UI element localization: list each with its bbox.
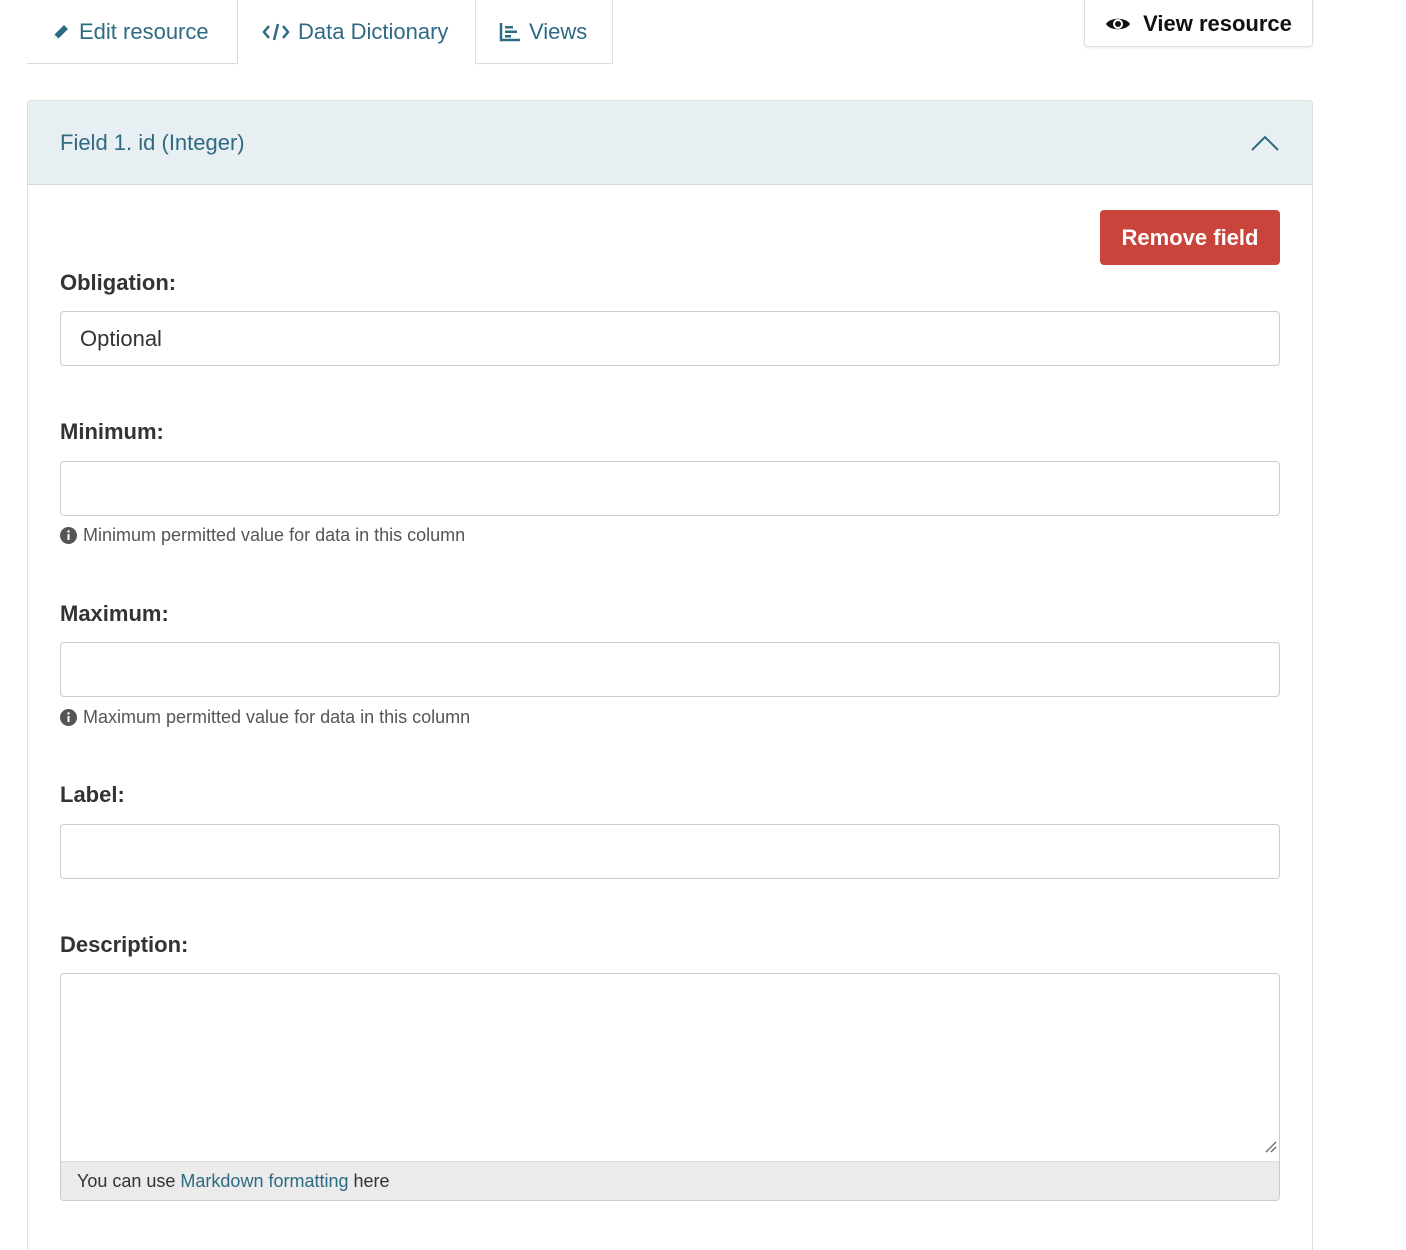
info-icon <box>60 527 77 544</box>
field-panel: Field 1. id (Integer) Remove field Oblig… <box>27 100 1313 1250</box>
view-resource-button[interactable]: View resource <box>1084 0 1313 47</box>
page: Edit resource Data Dictionary Views View… <box>0 0 1406 1250</box>
markdown-hint-suffix: here <box>353 1170 390 1191</box>
minimum-input[interactable] <box>60 461 1280 516</box>
maximum-label: Maximum: <box>60 601 169 626</box>
obligation-label: Obligation: <box>60 270 177 295</box>
obligation-select[interactable]: Optional <box>60 311 1280 366</box>
maximum-help-text: Maximum permitted value for data in this… <box>83 707 471 727</box>
field-panel-header[interactable]: Field 1. id (Integer) <box>28 101 1312 185</box>
tab-edit-resource[interactable]: Edit resource <box>51 0 209 64</box>
markdown-formatting-link[interactable]: Markdown formatting <box>180 1171 348 1192</box>
tab-views[interactable]: Views <box>475 0 613 64</box>
label-input[interactable] <box>60 824 1280 879</box>
remove-field-button[interactable]: Remove field <box>1100 210 1280 265</box>
chart-icon <box>499 22 521 42</box>
markdown-hint-prefix: You can use <box>77 1170 176 1191</box>
label-label: Label: <box>60 782 125 807</box>
info-icon <box>60 709 77 726</box>
markdown-hint: You can use Markdown formatting here <box>61 1161 1279 1200</box>
chevron-up-icon[interactable] <box>1250 134 1280 152</box>
eye-icon <box>1105 15 1131 33</box>
obligation-value: Optional <box>80 325 162 351</box>
tab-label: Views <box>529 19 588 44</box>
tab-data-dictionary[interactable]: Data Dictionary <box>237 0 476 65</box>
tab-label: Edit resource <box>79 19 209 44</box>
view-resource-label: View resource <box>1143 10 1292 36</box>
maximum-input[interactable] <box>60 642 1280 697</box>
field-title: Field 1. id (Integer) <box>60 129 245 155</box>
description-label: Description: <box>60 932 189 957</box>
code-icon <box>262 22 290 42</box>
description-textarea[interactable]: You can use Markdown formatting here <box>60 973 1280 1201</box>
minimum-help: Minimum permitted value for data in this… <box>60 525 465 546</box>
maximum-help: Maximum permitted value for data in this… <box>60 707 470 728</box>
tab-label: Data Dictionary <box>298 19 449 44</box>
minimum-help-text: Minimum permitted value for data in this… <box>83 525 466 545</box>
minimum-label: Minimum: <box>60 419 164 444</box>
resize-handle-icon[interactable] <box>1261 1137 1277 1158</box>
resource-tabs: Edit resource Data Dictionary Views <box>27 0 613 65</box>
pencil-icon <box>51 22 71 42</box>
